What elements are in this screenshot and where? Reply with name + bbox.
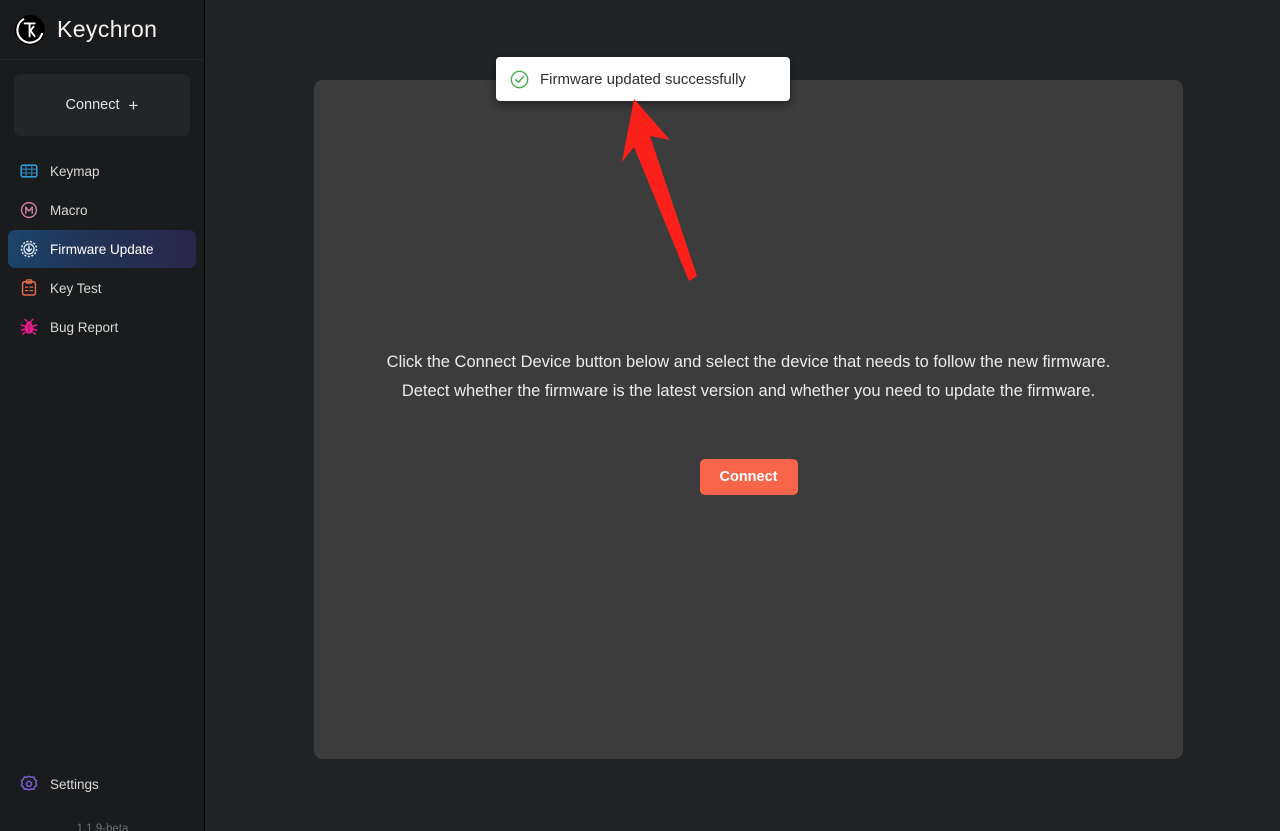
firmware-instructions: Click the Connect Device button below an…: [314, 348, 1183, 406]
success-toast: Firmware updated successfully: [496, 57, 790, 101]
sidebar-item-key-test[interactable]: Key Test: [8, 269, 196, 307]
firmware-update-panel: Click the Connect Device button below an…: [314, 80, 1183, 759]
sidebar-item-macro[interactable]: Macro: [8, 191, 196, 229]
gear-icon: [20, 775, 38, 791]
sidebar-item-label: Firmware Update: [50, 241, 154, 257]
sidebar-connect-button[interactable]: Connect +: [14, 74, 190, 136]
macro-m-circle-icon: [20, 201, 38, 219]
app-version-label: 1.1.9-beta: [76, 823, 129, 831]
main-content: Click the Connect Device button below an…: [205, 0, 1280, 831]
toast-message: Firmware updated successfully: [540, 70, 746, 88]
sidebar-item-label: Keymap: [50, 163, 100, 179]
sidebar-item-keymap[interactable]: Keymap: [8, 152, 196, 190]
instruction-line-2: Detect whether the firmware is the lates…: [401, 382, 1096, 400]
check-circle-icon: [510, 70, 529, 88]
brand-name: Keychron: [57, 16, 158, 42]
clipboard-test-icon: [21, 279, 37, 296]
sidebar: Keychron Connect + Keymap Macro Firmware…: [0, 0, 205, 831]
brand-header: Keychron: [0, 0, 204, 60]
sidebar-item-label: Key Test: [50, 280, 102, 296]
sidebar-nav: Keymap Macro Firmware Update Key Test Bu…: [0, 152, 204, 346]
firmware-download-icon: [20, 240, 38, 258]
sidebar-item-firmware-update[interactable]: Firmware Update: [8, 230, 196, 268]
sidebar-item-settings[interactable]: Settings: [8, 765, 197, 803]
keyboard-grid-icon: [20, 164, 38, 178]
plus-icon: +: [128, 95, 139, 115]
keychron-logo-icon: [15, 14, 45, 45]
sidebar-item-label: Macro: [50, 202, 88, 218]
sidebar-item-bug-report[interactable]: Bug Report: [8, 308, 196, 346]
sidebar-item-label: Bug Report: [50, 319, 119, 335]
connect-device-button[interactable]: Connect: [699, 459, 798, 495]
sidebar-connect-label: Connect: [65, 97, 120, 113]
sidebar-settings-label: Settings: [50, 776, 99, 792]
instruction-line-1: Click the Connect Device button below an…: [386, 353, 1111, 371]
bug-icon: [20, 318, 38, 335]
app-window: Keychron Connect + Keymap Macro Firmware…: [0, 0, 1280, 831]
